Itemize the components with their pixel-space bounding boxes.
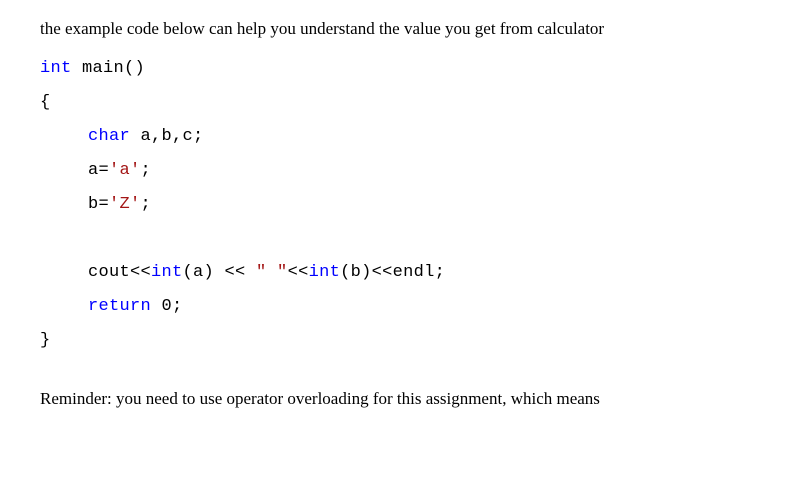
code-line-7: return 0; [40,297,183,316]
keyword-int: int [151,263,183,282]
string-literal: 'Z' [109,195,141,214]
brace-open: { [40,93,51,112]
code-text: a= [88,161,109,180]
code-text: cout<< [88,263,151,282]
code-text: ; [141,195,152,214]
string-literal: 'a' [109,161,141,180]
code-text: (a) << [183,263,257,282]
intro-text: the example code below can help you unde… [40,16,776,42]
code-line-2: { [40,93,51,112]
brace-close: } [40,331,51,350]
code-text: 0; [151,297,183,316]
code-text: a,b,c; [130,127,204,146]
code-text: main() [72,59,146,78]
code-text: (b)<<endl; [340,263,445,282]
string-literal: " " [256,263,288,282]
code-line-5: b='Z'; [40,195,151,214]
code-block: int main() { char a,b,c; a='a'; b='Z'; c… [40,52,776,358]
keyword-int: int [309,263,341,282]
code-line-8: } [40,331,51,350]
code-line-4: a='a'; [40,161,151,180]
code-line-1: int main() [40,59,145,78]
keyword-char: char [88,127,130,146]
code-line-6: cout<<int(a) << " "<<int(b)<<endl; [40,263,445,282]
reminder-text: Reminder: you need to use operator overl… [40,386,776,412]
keyword-return: return [88,297,151,316]
code-line-3: char a,b,c; [40,127,204,146]
keyword-int: int [40,59,72,78]
code-text: ; [141,161,152,180]
code-text: b= [88,195,109,214]
code-text: << [288,263,309,282]
